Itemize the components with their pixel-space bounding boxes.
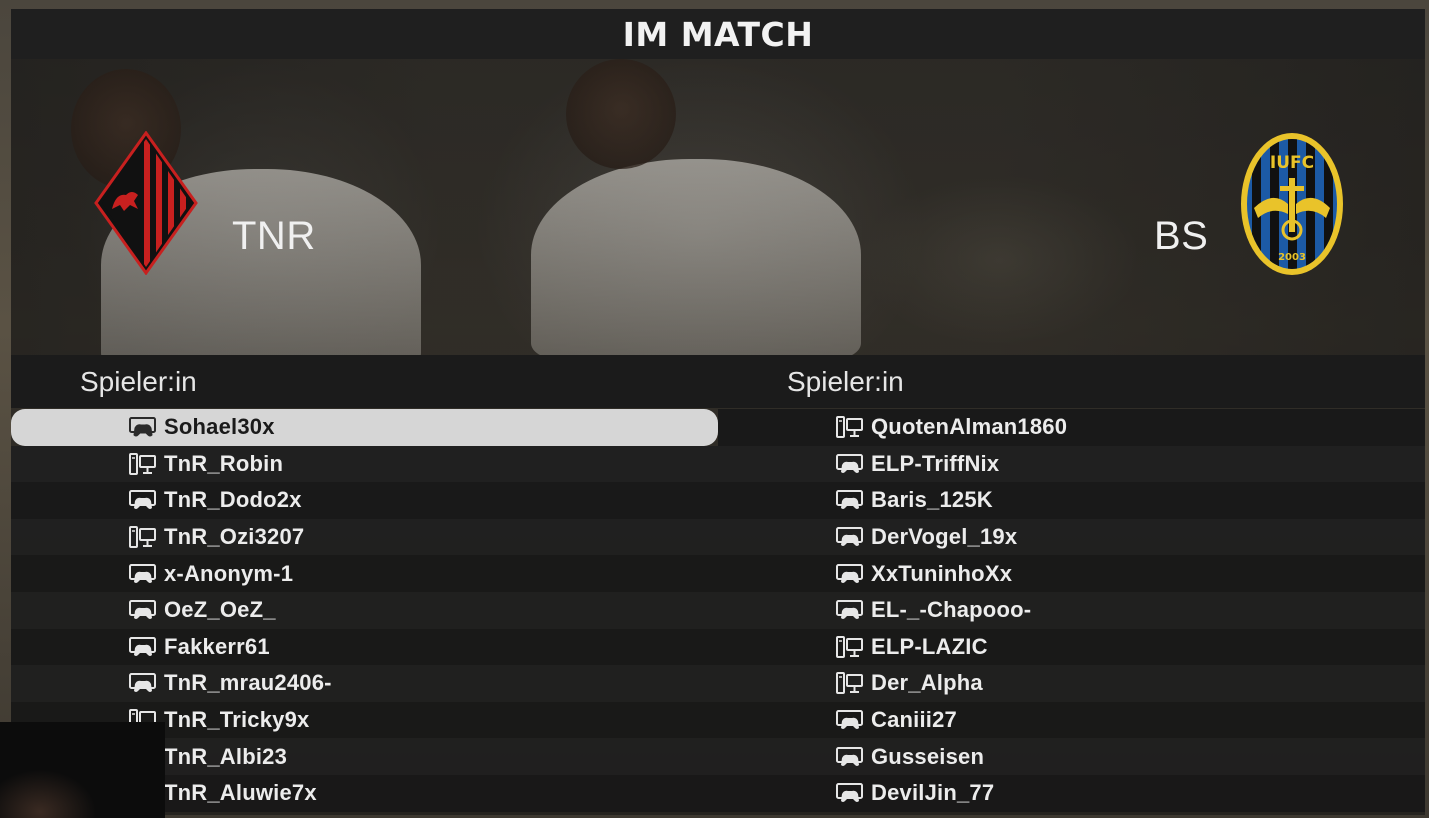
- player-row[interactable]: Fakkerr61: [11, 628, 718, 666]
- player-row[interactable]: TnR_Robin: [11, 445, 718, 483]
- console-icon: [128, 635, 158, 659]
- player-row[interactable]: ELP-TriffNix: [718, 445, 1425, 483]
- console-icon: [835, 488, 865, 512]
- player-row[interactable]: TnR_mrau2406-: [11, 665, 718, 702]
- player-name: x-Anonym-1: [164, 560, 294, 586]
- player-name: EL-_-Chapooo-: [871, 597, 1032, 623]
- background-player-head: [566, 59, 676, 169]
- player-name: ELP-LAZIC: [871, 633, 988, 659]
- away-team-name: BS: [1154, 214, 1209, 258]
- console-icon: [128, 562, 158, 586]
- player-row[interactable]: QuotenAlman1860: [718, 409, 1425, 446]
- player-row[interactable]: x-Anonym-1: [11, 555, 718, 592]
- player-row[interactable]: XxTuninhoXx: [718, 555, 1425, 592]
- player-name: TnR_Albi23: [164, 743, 288, 769]
- player-row[interactable]: DerVogel_19x: [718, 518, 1425, 556]
- player-name: TnR_mrau2406-: [164, 670, 332, 696]
- crest-text: IUFC: [1270, 153, 1314, 173]
- away-players-header: Spieler:in: [718, 355, 1425, 408]
- player-row[interactable]: Caniii27: [718, 701, 1425, 739]
- player-name: TnR_Tricky9x: [164, 707, 310, 733]
- webcam-overlay: [0, 722, 165, 818]
- tnr-crest-icon: [94, 130, 198, 276]
- player-name: QuotenAlman1860: [871, 414, 1068, 440]
- player-row[interactable]: Sohael30x: [11, 409, 718, 446]
- player-row[interactable]: EL-_-Chapooo-: [718, 591, 1425, 629]
- iufc-crest-icon: IUFC 2003: [1238, 130, 1346, 278]
- console-icon: [835, 452, 865, 476]
- home-players-header: Spieler:in: [11, 355, 718, 408]
- player-name: XxTuninhoXx: [871, 560, 1013, 586]
- away-player-list: QuotenAlman1860 ELP-TriffNix Baris_125K Der…: [718, 409, 1425, 812]
- player-row[interactable]: Der_Alpha: [718, 665, 1425, 702]
- pc-icon: [835, 635, 865, 659]
- pc-icon: [835, 415, 865, 439]
- player-row[interactable]: Baris_125K: [718, 482, 1425, 519]
- player-name: DevilJin_77: [871, 780, 995, 806]
- player-name: DerVogel_19x: [871, 524, 1018, 550]
- title-bar: IM MATCH: [11, 9, 1425, 59]
- player-name: ELP-TriffNix: [871, 450, 1000, 476]
- player-name: OeZ_OeZ_: [164, 597, 276, 623]
- player-row[interactable]: TnR_Ozi3207: [11, 518, 718, 556]
- player-row[interactable]: OeZ_OeZ_: [11, 591, 718, 629]
- player-name: Baris_125K: [871, 487, 993, 513]
- player-name: Fakkerr61: [164, 633, 270, 659]
- page-title: IM MATCH: [622, 14, 814, 54]
- pc-icon: [128, 525, 158, 549]
- home-team-name: TNR: [232, 214, 316, 258]
- player-name: TnR_Aluwie7x: [164, 780, 317, 806]
- console-icon: [835, 708, 865, 732]
- player-row[interactable]: Gusseisen: [718, 738, 1425, 775]
- crest-year: 2003: [1278, 252, 1306, 263]
- console-icon: [835, 781, 865, 805]
- console-icon: [128, 488, 158, 512]
- console-icon: [128, 671, 158, 695]
- console-icon: [128, 415, 158, 439]
- pc-icon: [835, 671, 865, 695]
- console-icon: [835, 525, 865, 549]
- console-icon: [835, 562, 865, 586]
- pc-icon: [128, 452, 158, 476]
- player-name: Sohael30x: [164, 414, 275, 440]
- console-icon: [835, 598, 865, 622]
- console-icon: [835, 745, 865, 769]
- player-name: Caniii27: [871, 707, 957, 733]
- player-name: TnR_Ozi3207: [164, 524, 305, 550]
- team-banner: [11, 59, 1425, 369]
- player-name: Gusseisen: [871, 743, 985, 769]
- player-name: TnR_Robin: [164, 450, 284, 476]
- player-row[interactable]: ELP-LAZIC: [718, 628, 1425, 666]
- background-player-figure: [531, 159, 861, 359]
- player-row[interactable]: DevilJin_77: [718, 774, 1425, 812]
- player-name: TnR_Dodo2x: [164, 487, 302, 513]
- player-row[interactable]: TnR_Dodo2x: [11, 482, 718, 519]
- console-icon: [128, 598, 158, 622]
- player-name: Der_Alpha: [871, 670, 983, 696]
